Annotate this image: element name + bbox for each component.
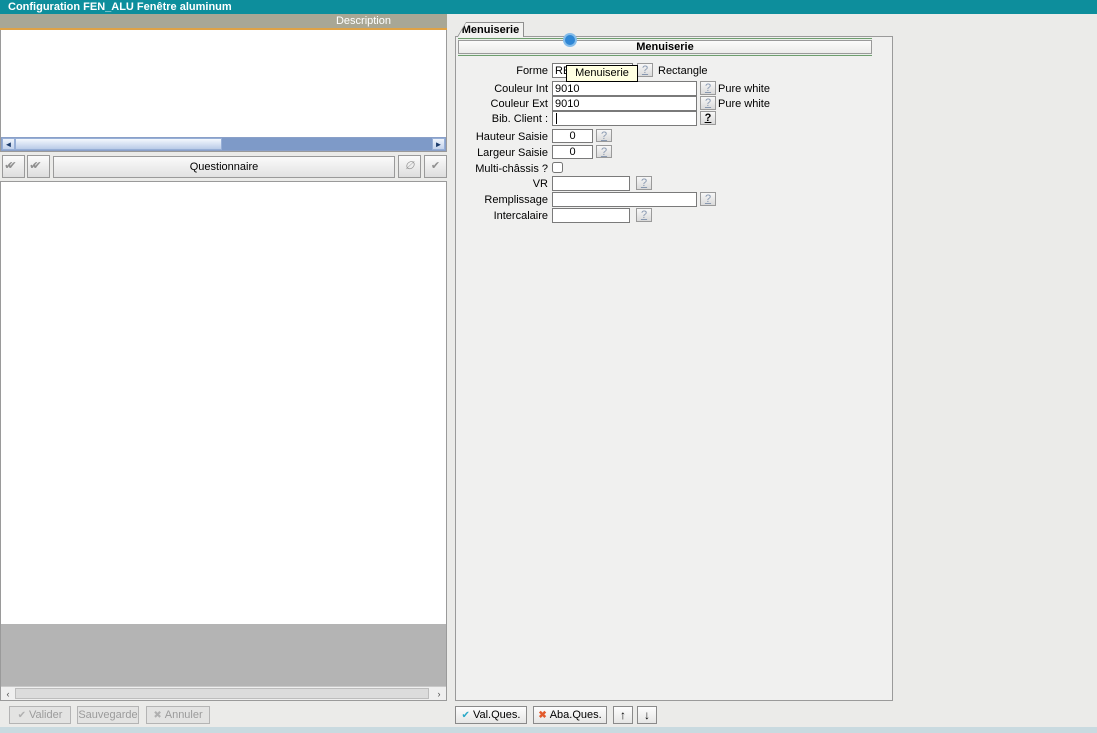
check-icon: ✔ — [18, 710, 26, 721]
tab-menuiserie[interactable]: Menuiserie — [457, 22, 524, 37]
app-window: Configuration FEN_ALU Fenêtre aluminum D… — [0, 0, 1097, 733]
remplissage-label: Remplissage — [388, 194, 548, 206]
arrow-down-icon: ↓ — [644, 708, 650, 722]
multi-chassis-checkbox[interactable] — [552, 162, 563, 173]
annuler-button[interactable]: ✖Annuler — [146, 706, 210, 724]
cross-icon: ✖ — [538, 710, 546, 721]
remplissage-help-button[interactable]: ? — [700, 192, 716, 206]
arrow-up-icon: ↑ — [620, 708, 626, 722]
hscrollbar-thumb[interactable] — [15, 138, 222, 150]
vr-input[interactable] — [552, 176, 630, 191]
forme-label: Forme — [388, 65, 548, 77]
busy-ring-icon — [565, 35, 575, 45]
largeur-help-button[interactable]: ? — [596, 145, 612, 158]
vr-label: VR — [388, 178, 548, 190]
scroll-right-chevron-icon[interactable]: › — [433, 688, 445, 700]
largeur-saisie-input[interactable] — [552, 145, 593, 159]
scroll-left-chevron-icon[interactable]: ‹ — [2, 688, 14, 700]
questionnaire-list-area[interactable]: ‹ › — [0, 181, 447, 701]
bib-client-label: Bib. Client : — [388, 113, 548, 125]
couleur-int-label: Couleur Int — [388, 83, 548, 95]
bib-client-help-button[interactable]: ? — [700, 111, 716, 125]
menuiserie-section-header: Menuiserie — [458, 38, 872, 56]
description-list-area[interactable]: ◄ ► — [0, 30, 447, 152]
hscrollbar-thumb[interactable] — [15, 688, 429, 699]
vr-help-button[interactable]: ? — [636, 176, 652, 190]
move-up-button[interactable]: ↑ — [613, 706, 633, 724]
questionnaire-hscrollbar[interactable]: ‹ › — [1, 686, 446, 700]
couleur-ext-help-button[interactable]: ? — [700, 96, 716, 110]
move-down-button[interactable]: ↓ — [637, 706, 657, 724]
questionnaire-footer-area — [1, 624, 446, 686]
window-title: Configuration FEN_ALU Fenêtre aluminum — [8, 1, 232, 13]
valider-button[interactable]: ✔Valider — [9, 706, 71, 724]
couleur-ext-description-text: Pure white — [718, 98, 770, 110]
couleur-int-description-text: Pure white — [718, 83, 770, 95]
check-icon: ✔ — [462, 710, 470, 721]
hauteur-saisie-input[interactable] — [552, 129, 593, 143]
intercalaire-label: Intercalaire — [388, 210, 548, 222]
cross-icon: ✖ — [153, 710, 161, 721]
bib-client-input[interactable] — [552, 111, 697, 126]
validate-all-button[interactable]: ✔✔ — [2, 155, 25, 178]
sauvegarde-button[interactable]: Sauvegarde — [77, 706, 139, 724]
text-caret — [556, 113, 557, 124]
window-title-bar: Configuration FEN_ALU Fenêtre aluminum — [0, 0, 1097, 14]
couleur-ext-label: Couleur Ext — [388, 98, 548, 110]
remplissage-input[interactable] — [552, 192, 697, 207]
double-check-icon: ✔✔ — [29, 160, 41, 172]
largeur-saisie-label: Largeur Saisie — [388, 147, 548, 159]
validate-all-2-button[interactable]: ✔✔ — [27, 155, 50, 178]
forme-help-button[interactable]: ? — [637, 63, 653, 77]
hauteur-saisie-label: Hauteur Saisie — [388, 131, 548, 143]
description-column-header[interactable]: Description — [0, 14, 447, 28]
description-hscrollbar[interactable]: ◄ ► — [1, 137, 446, 151]
forme-description-text: Rectangle — [658, 65, 708, 77]
scroll-left-arrow-icon[interactable]: ◄ — [2, 138, 15, 150]
couleur-int-input[interactable] — [552, 81, 697, 96]
questionnaire-header-button[interactable]: Questionnaire — [53, 156, 395, 178]
section-header-label: Menuiserie — [458, 40, 872, 54]
hauteur-help-button[interactable]: ? — [596, 129, 612, 142]
multi-chassis-label: Multi-châssis ? — [388, 163, 548, 175]
couleur-int-help-button[interactable]: ? — [700, 81, 716, 95]
intercalaire-input[interactable] — [552, 208, 630, 223]
bottom-status-strip — [0, 727, 1097, 733]
double-check-icon: ✔✔ — [4, 160, 16, 172]
couleur-ext-input[interactable] — [552, 96, 697, 111]
intercalaire-help-button[interactable]: ? — [636, 208, 652, 222]
val-ques-button[interactable]: ✔Val.Ques. — [455, 706, 527, 724]
menuiserie-tooltip: Menuiserie — [566, 65, 638, 82]
aba-ques-button[interactable]: ✖Aba.Ques. — [533, 706, 607, 724]
